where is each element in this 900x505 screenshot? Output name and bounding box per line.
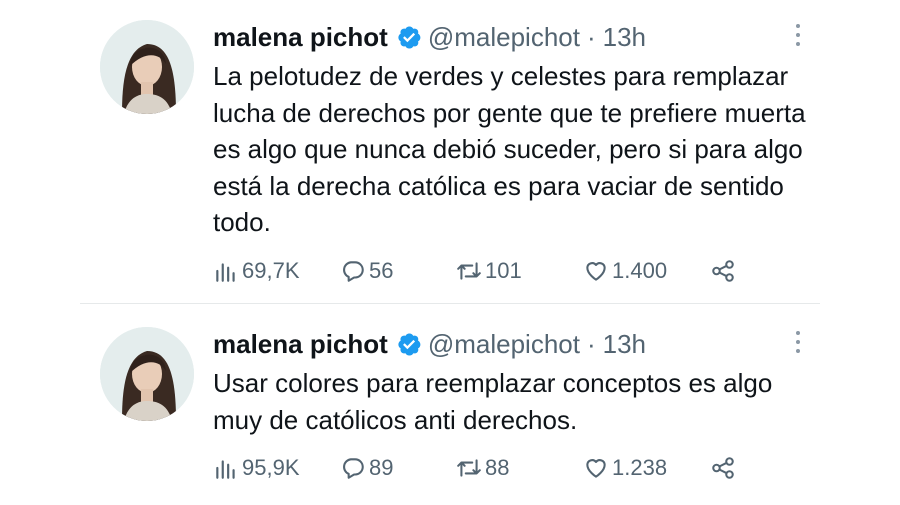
reply-button[interactable]: 89 xyxy=(340,453,393,483)
views-button[interactable]: 69,7K xyxy=(213,256,300,286)
tweet-actions: 69,7K 56 101 1.400 xyxy=(213,256,773,286)
bar-chart-icon xyxy=(213,455,242,481)
timestamp[interactable]: 13h xyxy=(603,329,646,359)
bar-chart-icon xyxy=(213,258,242,284)
author-name[interactable]: malena pichot xyxy=(213,22,388,52)
tweet-divider xyxy=(80,303,820,304)
author-handle[interactable]: @malepichot xyxy=(428,329,580,359)
verified-badge-icon xyxy=(396,24,422,50)
reply-button[interactable]: 56 xyxy=(340,256,393,286)
like-count: 1.400 xyxy=(612,258,668,283)
timestamp[interactable]: 13h xyxy=(603,22,646,52)
tweet-text: Usar colores para reemplazar conceptos e… xyxy=(213,368,773,435)
retweet-count: 88 xyxy=(485,455,510,480)
tweet-feed: malena pichot @malepichot · 13h La pelot… xyxy=(0,0,900,505)
verified-badge-icon xyxy=(396,331,422,357)
speech-bubble-icon xyxy=(340,258,369,284)
author-name[interactable]: malena pichot xyxy=(213,329,388,359)
share-button[interactable] xyxy=(710,453,739,483)
vertical-ellipsis-icon[interactable] xyxy=(788,329,808,355)
reply-count: 56 xyxy=(369,258,394,283)
like-button[interactable]: 1.400 xyxy=(583,256,667,286)
share-button[interactable] xyxy=(710,256,739,286)
separator-dot: · xyxy=(586,22,596,52)
tweet-header: malena pichot @malepichot · 13h xyxy=(213,329,646,359)
share-nodes-icon xyxy=(710,258,739,284)
reply-count: 89 xyxy=(369,455,394,480)
heart-icon xyxy=(583,455,612,481)
like-count: 1.238 xyxy=(612,455,668,480)
retweet-button[interactable]: 88 xyxy=(456,453,509,483)
speech-bubble-icon xyxy=(340,455,369,481)
tweet-actions: 95,9K 89 88 1.238 xyxy=(213,453,773,483)
like-button[interactable]: 1.238 xyxy=(583,453,667,483)
tweet[interactable]: malena pichot @malepichot · 13h La pelot… xyxy=(0,0,900,300)
retweet-arrows-icon xyxy=(456,455,485,481)
heart-icon xyxy=(583,258,612,284)
avatar[interactable] xyxy=(100,327,194,421)
retweet-count: 101 xyxy=(485,258,522,283)
retweet-button[interactable]: 101 xyxy=(456,256,522,286)
author-handle[interactable]: @malepichot xyxy=(428,22,580,52)
tweet[interactable]: malena pichot @malepichot · 13h Usar col… xyxy=(0,307,900,505)
retweet-arrows-icon xyxy=(456,258,485,284)
tweet-header: malena pichot @malepichot · 13h xyxy=(213,22,646,52)
share-nodes-icon xyxy=(710,455,739,481)
views-button[interactable]: 95,9K xyxy=(213,453,300,483)
vertical-ellipsis-icon[interactable] xyxy=(788,22,808,48)
avatar[interactable] xyxy=(100,20,194,114)
views-count: 69,7K xyxy=(242,258,300,283)
separator-dot: · xyxy=(586,329,596,359)
tweet-text: La pelotudez de verdes y celestes para r… xyxy=(213,61,806,237)
views-count: 95,9K xyxy=(242,455,300,480)
